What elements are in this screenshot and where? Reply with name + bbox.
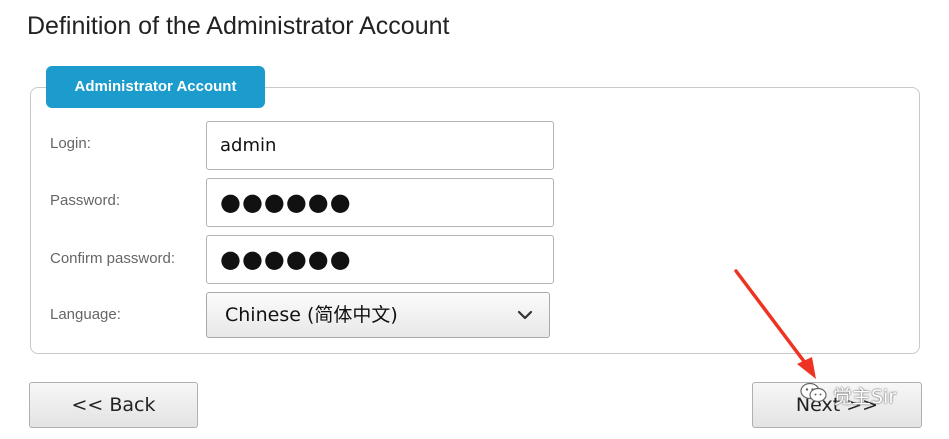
watermark: 觉主Sir: [799, 381, 896, 409]
login-label: Login:: [50, 135, 91, 152]
wechat-icon: [799, 381, 829, 410]
confirm-password-input[interactable]: ●●●●●●: [206, 235, 554, 284]
password-label: Password:: [50, 192, 121, 209]
language-label: Language:: [50, 306, 121, 323]
confirm-password-label: Confirm password:: [50, 250, 176, 267]
page-title: Definition of the Administrator Account: [27, 12, 450, 40]
back-button[interactable]: << Back: [29, 382, 198, 428]
password-input[interactable]: ●●●●●●: [206, 178, 554, 227]
language-select[interactable]: Chinese (简体中文): [206, 292, 550, 338]
language-selected-value: Chinese (简体中文): [225, 304, 398, 326]
watermark-text: 觉主Sir: [833, 385, 897, 408]
login-input[interactable]: admin: [206, 121, 554, 170]
chevron-down-icon: [515, 293, 535, 337]
installer-page: Definition of the Administrator Account …: [0, 0, 949, 439]
admin-account-legend: Administrator Account: [46, 66, 265, 108]
